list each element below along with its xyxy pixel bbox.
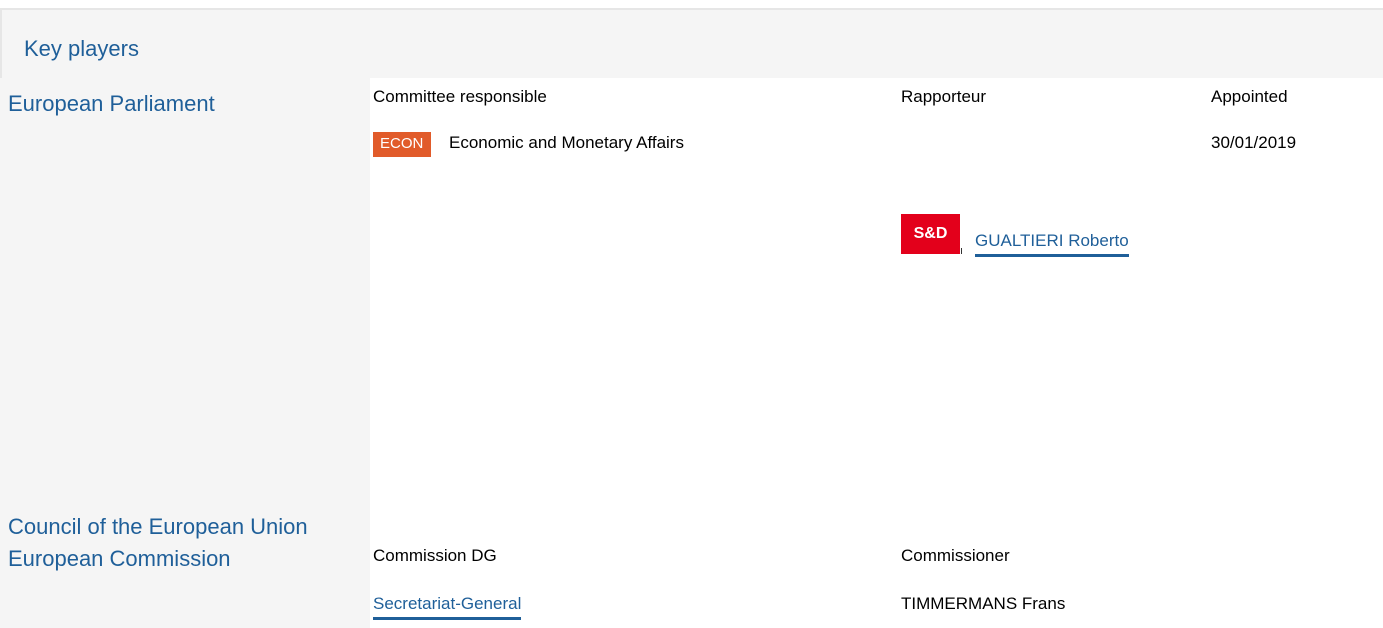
institution-council[interactable]: Council of the European Union bbox=[8, 514, 308, 540]
column-header-commission-dg: Commission DG bbox=[373, 546, 497, 565]
appointed-date: 30/01/2019 bbox=[1211, 133, 1297, 152]
column-header-appointed: Appointed bbox=[1211, 87, 1288, 106]
committee-name: Economic and Monetary Affairs bbox=[449, 133, 684, 152]
committee-code-badge: ECON bbox=[373, 132, 432, 157]
institution-european-parliament[interactable]: European Parliament bbox=[8, 91, 215, 117]
sd-group-logo: S&D bbox=[901, 214, 960, 254]
key-players-header: Key players bbox=[0, 8, 1383, 78]
column-header-committee: Committee responsible bbox=[373, 87, 547, 106]
section-title: Key players bbox=[24, 36, 139, 61]
rapporteur-link[interactable]: GUALTIERI Roberto bbox=[975, 231, 1129, 257]
logo-tick-mark bbox=[961, 248, 962, 254]
institution-european-commission[interactable]: European Commission bbox=[8, 546, 231, 572]
dg-link[interactable]: Secretariat-General bbox=[373, 594, 522, 620]
commissioner-name: TIMMERMANS Frans bbox=[901, 594, 1066, 613]
column-header-rapporteur: Rapporteur bbox=[901, 87, 987, 106]
column-header-commissioner: Commissioner bbox=[901, 546, 1010, 565]
